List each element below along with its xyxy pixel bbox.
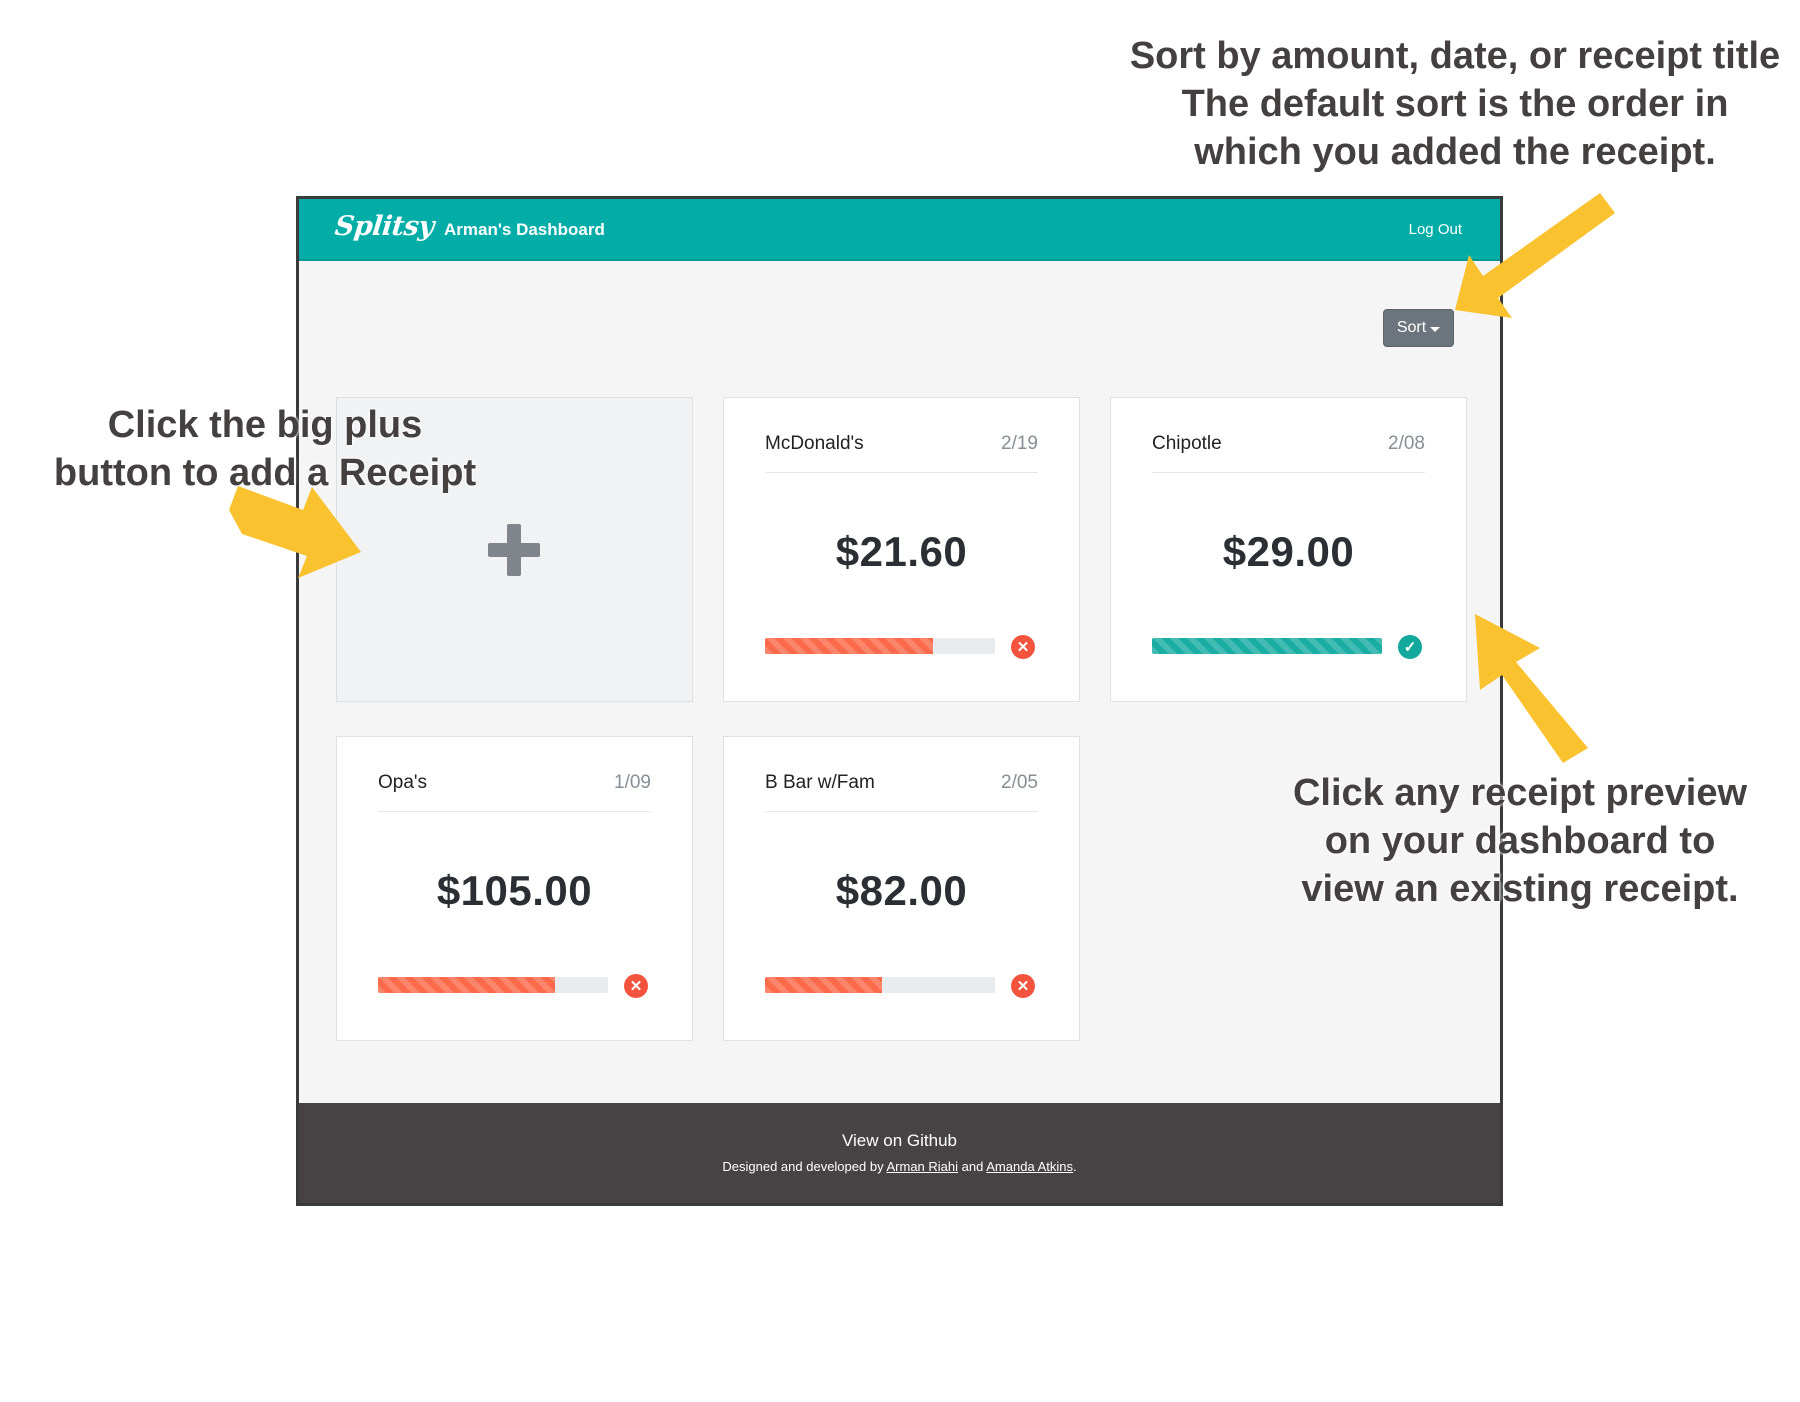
annotation-line: view an existing receipt. bbox=[1301, 868, 1739, 910]
receipt-date: 2/08 bbox=[1388, 433, 1425, 454]
credits-and: and bbox=[961, 1159, 984, 1174]
divider bbox=[765, 472, 1038, 473]
receipt-date: 1/09 bbox=[614, 772, 651, 793]
x-circle-icon: ✕ bbox=[624, 974, 648, 998]
annotation-view: Click any receipt preview on your dashbo… bbox=[1260, 769, 1780, 913]
receipt-date: 2/05 bbox=[1001, 772, 1038, 793]
receipt-title: McDonald's bbox=[765, 433, 864, 454]
payment-progress-bar bbox=[378, 977, 608, 993]
annotation-line: Click any receipt preview bbox=[1292, 772, 1748, 814]
receipt-card[interactable]: Chipotle 2/08 $29.00 ✓ bbox=[1110, 397, 1467, 702]
annotation-line: Click the big plus bbox=[107, 404, 423, 446]
receipt-title: B Bar w/Fam bbox=[765, 772, 875, 793]
receipt-card[interactable]: McDonald's 2/19 $21.60 ✕ bbox=[723, 397, 1080, 702]
receipt-amount: $29.00 bbox=[1222, 528, 1355, 575]
divider bbox=[765, 811, 1038, 812]
app-window: Splitsy Arman's Dashboard Log Out Sort M… bbox=[296, 196, 1503, 1206]
receipt-amount: $105.00 bbox=[436, 867, 593, 914]
credits-suffix: . bbox=[1072, 1159, 1077, 1174]
logo[interactable]: Splitsy bbox=[333, 211, 435, 242]
receipt-amount: $82.00 bbox=[835, 867, 968, 914]
annotation-line: Sort by amount, date, or receipt title bbox=[1129, 35, 1781, 77]
sort-button-label: Sort bbox=[1396, 319, 1427, 336]
annotation-line: on your dashboard to bbox=[1324, 820, 1716, 862]
page-title: Arman's Dashboard bbox=[444, 220, 605, 239]
github-link[interactable]: View on Github bbox=[299, 1131, 1500, 1151]
receipt-title: Chipotle bbox=[1152, 433, 1222, 454]
logout-link[interactable]: Log Out bbox=[1409, 221, 1462, 238]
navbar: Splitsy Arman's Dashboard Log Out bbox=[299, 199, 1500, 261]
payment-progress-fill bbox=[765, 638, 933, 654]
check-circle-icon: ✓ bbox=[1398, 635, 1422, 659]
divider bbox=[1152, 472, 1425, 473]
payment-progress-fill bbox=[1152, 638, 1382, 654]
receipt-date: 2/19 bbox=[1001, 433, 1038, 454]
credits-prefix: Designed and developed by bbox=[722, 1159, 884, 1174]
annotation-line: which you added the receipt. bbox=[1194, 131, 1716, 173]
footer: View on Github Designed and developed by… bbox=[299, 1103, 1500, 1203]
receipt-card[interactable]: Opa's 1/09 $105.00 ✕ bbox=[336, 736, 693, 1041]
sort-dropdown-button[interactable]: Sort bbox=[1383, 309, 1454, 347]
author-link[interactable]: Arman Riahi bbox=[886, 1159, 958, 1174]
divider bbox=[378, 811, 651, 812]
x-circle-icon: ✕ bbox=[1011, 974, 1035, 998]
annotation-sort: Sort by amount, date, or receipt title T… bbox=[1115, 32, 1795, 176]
payment-progress-fill bbox=[378, 977, 556, 993]
payment-progress-fill bbox=[765, 977, 883, 993]
credits: Designed and developed by Arman Riahi an… bbox=[299, 1159, 1500, 1174]
payment-progress-bar bbox=[765, 638, 995, 654]
caret-down-icon bbox=[1430, 326, 1441, 332]
receipt-amount: $21.60 bbox=[835, 528, 968, 575]
x-circle-icon: ✕ bbox=[1011, 635, 1035, 659]
receipt-card[interactable]: B Bar w/Fam 2/05 $82.00 ✕ bbox=[723, 736, 1080, 1041]
payment-progress-bar bbox=[765, 977, 995, 993]
receipt-title: Opa's bbox=[378, 772, 428, 793]
annotation-add: Click the big plus button to add a Recei… bbox=[30, 401, 500, 497]
plus-icon bbox=[488, 543, 540, 557]
annotation-line: button to add a Receipt bbox=[53, 452, 477, 494]
author-link[interactable]: Amanda Atkins bbox=[986, 1159, 1073, 1174]
annotation-line: The default sort is the order in bbox=[1181, 83, 1729, 125]
payment-progress-bar bbox=[1152, 638, 1382, 654]
